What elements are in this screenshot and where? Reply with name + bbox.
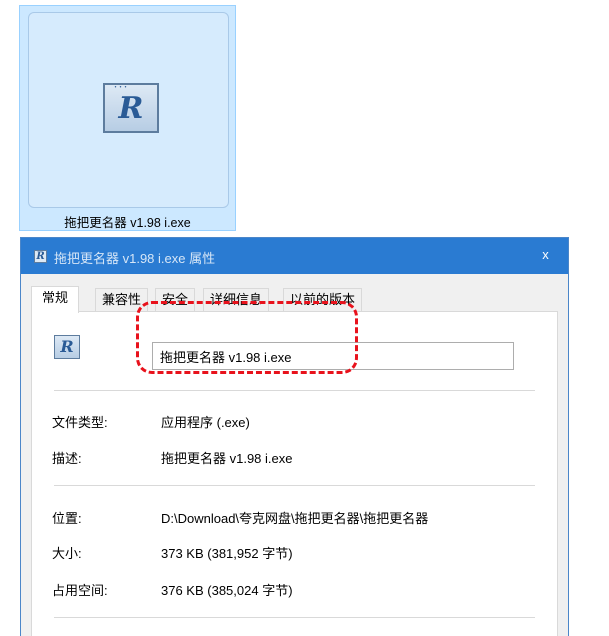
divider bbox=[54, 485, 535, 486]
location-value: D:\Download\夸克网盘\拖把更名器\拖把更名器 bbox=[161, 511, 429, 526]
file-name-field[interactable] bbox=[152, 342, 514, 370]
size-on-disk-value: 376 KB (385,024 字节) bbox=[161, 583, 293, 598]
file-name-label: 拖把更名器 v1.98 i.exe bbox=[64, 216, 191, 230]
window-title: 拖把更名器 v1.98 i.exe 属性 bbox=[54, 251, 216, 266]
size-on-disk-label: 占用空间: bbox=[52, 583, 108, 598]
size-label: 大小: bbox=[52, 546, 82, 561]
general-panel: R 文件类型: 应用程序 (.exe) 描述: 拖把更名器 v1.98 i.ex… bbox=[31, 311, 558, 636]
size-value: 373 KB (381,952 字节) bbox=[161, 546, 293, 561]
description-label: 描述: bbox=[52, 451, 82, 466]
tab-previous-versions[interactable]: 以前的版本 bbox=[283, 288, 363, 312]
tab-compatibility[interactable]: 兼容性 bbox=[95, 288, 149, 312]
file-type-label: 文件类型: bbox=[52, 415, 108, 430]
file-thumbnail: ˙˙˙ R bbox=[28, 12, 229, 208]
close-button[interactable]: x bbox=[523, 238, 568, 274]
description-value: 拖把更名器 v1.98 i.exe bbox=[161, 451, 293, 466]
divider bbox=[54, 617, 535, 618]
tab-security[interactable]: 安全 bbox=[155, 288, 196, 312]
divider bbox=[54, 390, 535, 391]
tab-details[interactable]: 详细信息 bbox=[203, 288, 270, 312]
app-r-icon: ˙˙˙ R bbox=[103, 83, 159, 133]
location-label: 位置: bbox=[52, 511, 82, 526]
tab-general[interactable]: 常规 bbox=[31, 286, 80, 313]
properties-dialog: R 拖把更名器 v1.98 i.exe 属性 x 常规 兼容性 安全 详细信息 … bbox=[20, 237, 569, 636]
app-r-icon: R bbox=[34, 250, 47, 263]
file-type-value: 应用程序 (.exe) bbox=[161, 415, 250, 430]
file-tile[interactable]: ˙˙˙ R 拖把更名器 v1.98 i.exe bbox=[19, 5, 236, 231]
title-bar[interactable]: R 拖把更名器 v1.98 i.exe 属性 x bbox=[21, 238, 568, 274]
app-r-icon: R bbox=[54, 335, 80, 359]
